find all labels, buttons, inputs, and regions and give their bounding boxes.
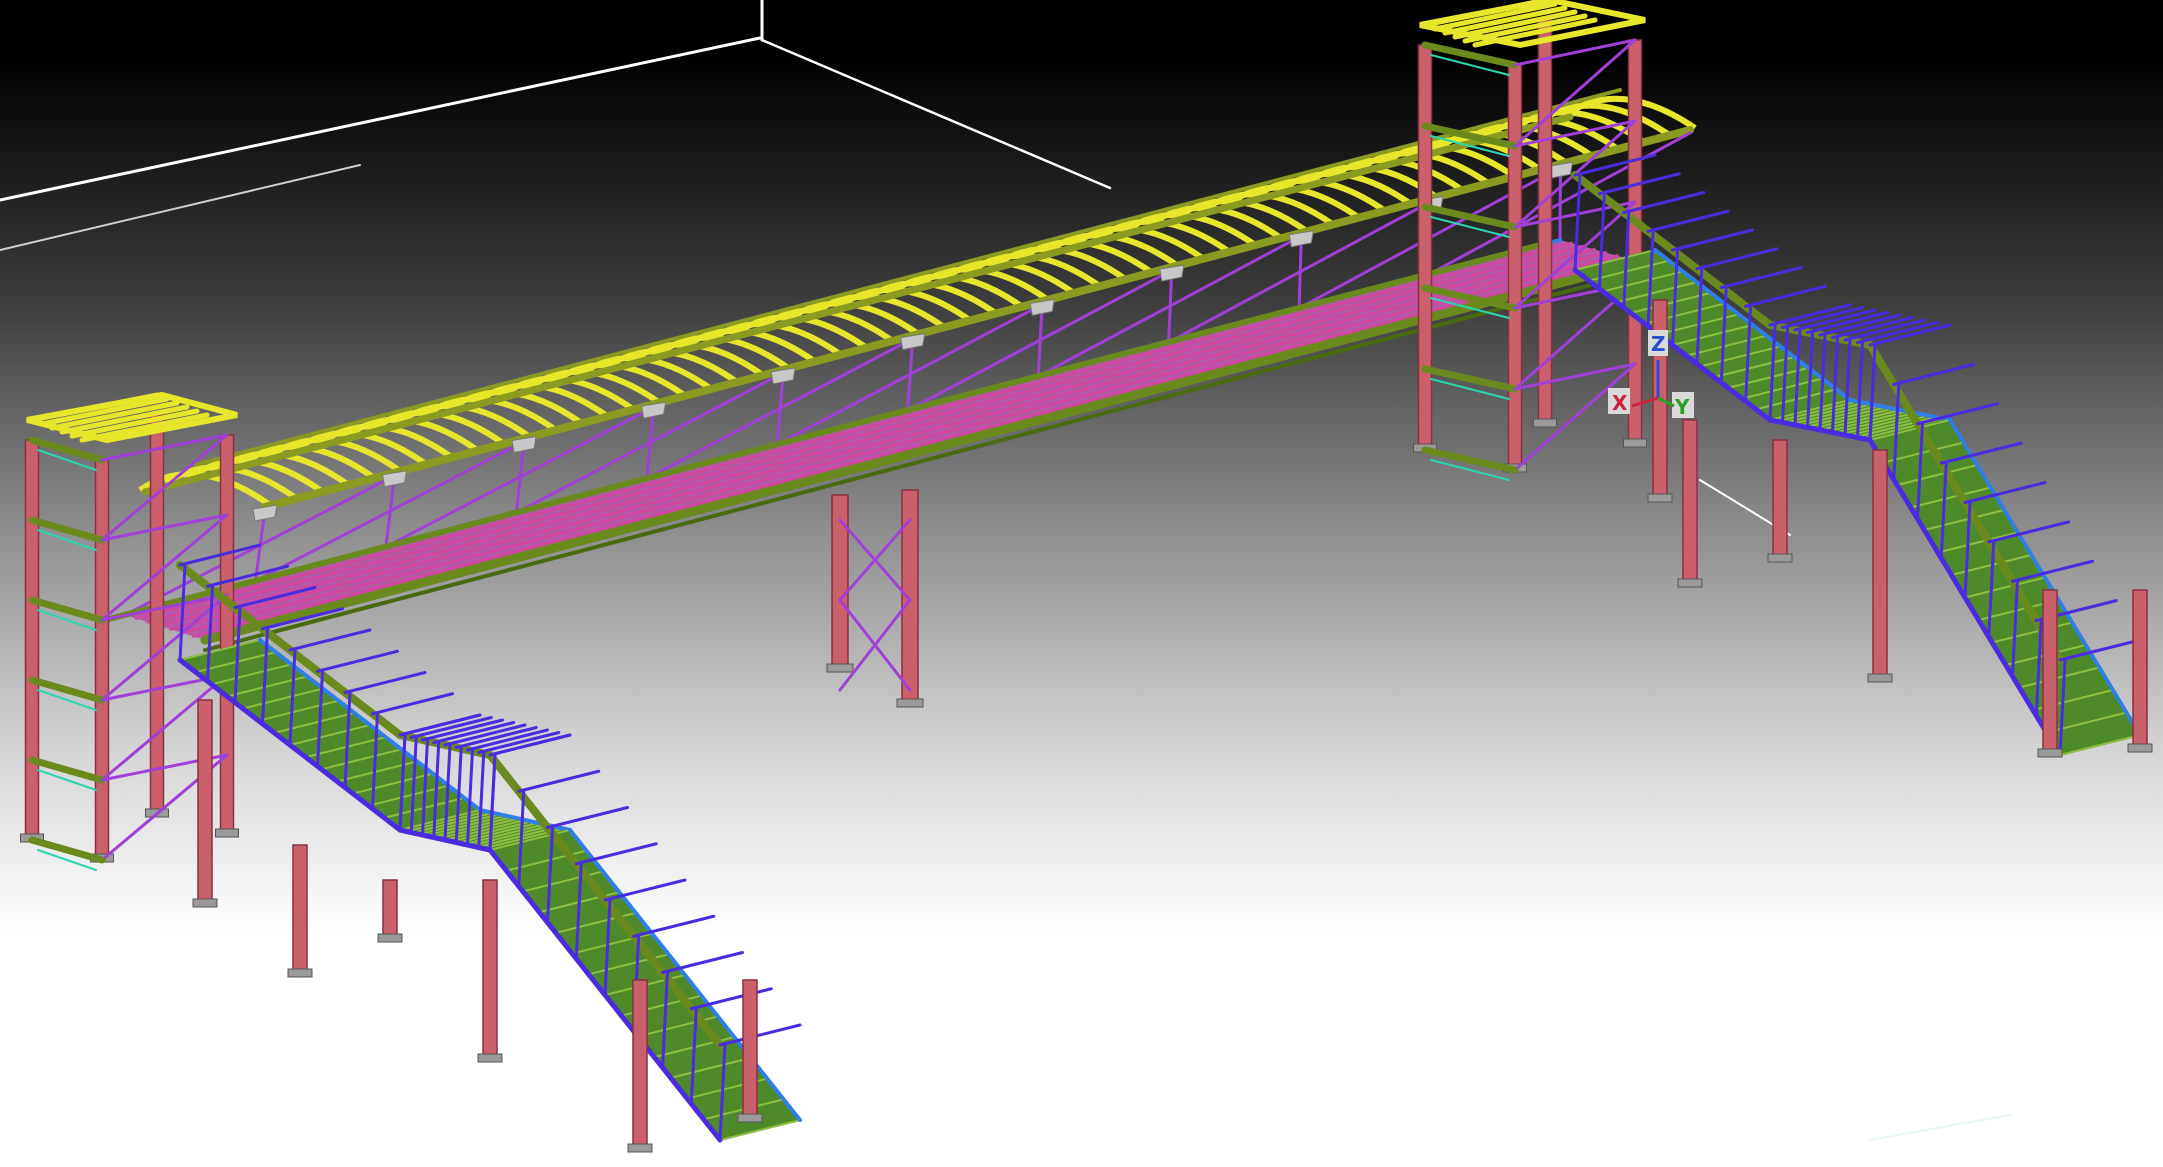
tower-brace [100,513,229,542]
stair-canopy-tie [1646,209,1730,233]
grid-line [1869,1114,2011,1141]
tower-brace [100,433,229,542]
stair-canopy-tie [316,649,399,673]
grid-line [0,164,361,251]
tower-beam [1421,41,1519,69]
stair-canopy-tie [1744,284,1828,308]
column-base-plate [377,933,403,943]
column [382,879,398,941]
triad-y-label: Y [1674,395,1690,419]
stair-canopy-tie [288,628,372,652]
stair-canopy-tie [1695,247,1779,271]
column [292,844,308,976]
middle-pier [826,489,924,708]
stair-canopy-tie [546,806,629,829]
tower-brace [1513,362,1637,391]
column [2042,589,2058,756]
column-base-plate [826,663,854,673]
tower-beam [1421,365,1519,393]
column-base-plate [1647,493,1673,503]
column-base-plate [2127,743,2153,753]
tower-brace [1513,362,1637,472]
column [219,434,235,836]
stair-canopy-tie [1719,266,1803,289]
stair-canopy-tie [443,723,527,747]
column-base-plate [1767,553,1793,563]
column-base-plate [1677,578,1703,588]
tower-beam [28,836,106,864]
stair-canopy-tie [454,726,538,749]
stair-canopy-tie [1892,362,1976,386]
grid-line [760,38,1112,190]
stair-canopy-tie [1916,402,1999,426]
gusset-plate [252,504,278,522]
stair-canopy-tie [343,671,427,694]
triad-x-label: X [1612,391,1628,415]
triad-z-label: Z [1651,332,1666,356]
column [24,439,40,841]
column [149,414,165,816]
tower-beam [28,756,106,784]
stair-canopy-tie [398,713,482,737]
stair-canopy-tie [409,716,493,739]
column [197,699,213,906]
stair-canopy-tie [1671,228,1754,252]
column [94,459,110,861]
stair-canopy-tie [371,692,454,716]
column [1682,419,1698,586]
tower-beam [1421,446,1519,474]
stair-canopy-tie [517,769,601,793]
tower-beam [28,596,106,624]
column [632,979,648,1151]
column-base-plate [215,828,239,838]
column [1872,449,1888,681]
column-base-plate [896,698,924,708]
column [742,979,758,1121]
tower-brace [1513,38,1637,148]
column-base-plate [2037,748,2063,758]
column-base-plate [1623,438,1647,448]
grid-line [0,36,762,202]
column-base-plate [1867,673,1893,683]
column-base-plate [1533,418,1557,428]
3d-viewport[interactable]: X Y Z [0,0,2163,1167]
stair-canopy-tie [432,721,516,744]
stair-canopy-tie [477,731,561,754]
column [1417,44,1433,451]
column [1627,39,1643,446]
stair-canopy-tie [466,728,549,752]
column-base-plate [627,1143,653,1153]
column [2132,589,2148,751]
column-base-plate [477,1053,503,1063]
tower-beam [28,676,106,704]
column-base-plate [192,898,218,908]
roof-eave-beam [261,126,1694,511]
column-base-plate [287,968,313,978]
tower-beam [28,516,106,544]
stair-canopy-tie [421,718,504,742]
tower-beam [1421,203,1519,231]
column [1507,64,1523,471]
column-base-plate [737,1113,763,1123]
tower-beam [28,436,106,464]
stair-flights [176,153,2153,1153]
stair-canopy-tie [488,733,572,757]
column [1772,439,1788,561]
column [482,879,498,1061]
